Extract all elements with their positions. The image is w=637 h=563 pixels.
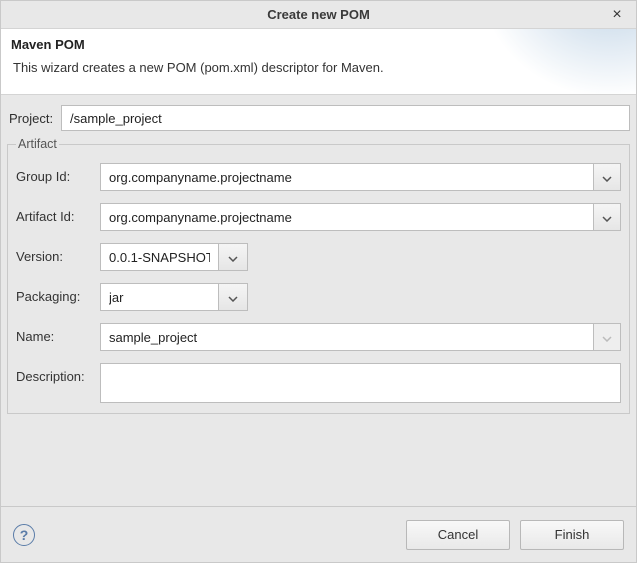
groupid-label: Group Id:: [16, 163, 100, 184]
banner-description: This wizard creates a new POM (pom.xml) …: [11, 60, 626, 75]
dialog-window: Create new POM × Maven POM This wizard c…: [0, 0, 637, 563]
artifactid-row: Artifact Id:: [16, 203, 621, 231]
name-row: Name:: [16, 323, 621, 351]
version-combo: [100, 243, 250, 271]
packaging-combo: [100, 283, 250, 311]
titlebar: Create new POM ×: [1, 1, 636, 29]
version-label: Version:: [16, 243, 100, 264]
project-row: Project:: [7, 105, 630, 131]
groupid-dropdown-button[interactable]: [593, 163, 621, 191]
name-dropdown-button: [593, 323, 621, 351]
groupid-row: Group Id:: [16, 163, 621, 191]
chevron-down-icon: [602, 170, 612, 185]
window-title: Create new POM: [267, 7, 370, 22]
version-input[interactable]: [100, 243, 218, 271]
name-label: Name:: [16, 323, 100, 344]
footer: ? Cancel Finish: [1, 506, 636, 562]
packaging-input[interactable]: [100, 283, 218, 311]
project-input[interactable]: [61, 105, 630, 131]
dialog-body: Project: Artifact Group Id: Artifact Id:: [1, 95, 636, 506]
chevron-down-icon: [228, 290, 238, 305]
name-combo: [100, 323, 621, 351]
chevron-down-icon: [602, 330, 612, 345]
artifactid-dropdown-button[interactable]: [593, 203, 621, 231]
packaging-row: Packaging:: [16, 283, 621, 311]
close-icon[interactable]: ×: [604, 1, 630, 29]
banner: Maven POM This wizard creates a new POM …: [1, 29, 636, 95]
packaging-dropdown-button[interactable]: [218, 283, 248, 311]
finish-button[interactable]: Finish: [520, 520, 624, 550]
artifactid-combo: [100, 203, 621, 231]
artifact-group: Artifact Group Id: Artifact Id:: [7, 137, 630, 414]
description-row: Description:: [16, 363, 621, 403]
version-dropdown-button[interactable]: [218, 243, 248, 271]
name-input[interactable]: [100, 323, 593, 351]
groupid-combo: [100, 163, 621, 191]
cancel-button[interactable]: Cancel: [406, 520, 510, 550]
description-label: Description:: [16, 363, 100, 384]
packaging-label: Packaging:: [16, 283, 100, 304]
artifactid-label: Artifact Id:: [16, 203, 100, 224]
chevron-down-icon: [228, 250, 238, 265]
artifactid-input[interactable]: [100, 203, 593, 231]
banner-title: Maven POM: [11, 37, 626, 52]
description-input[interactable]: [100, 363, 621, 403]
artifact-legend: Artifact: [16, 137, 59, 151]
help-icon[interactable]: ?: [13, 524, 35, 546]
project-label: Project:: [7, 111, 61, 126]
chevron-down-icon: [602, 210, 612, 225]
groupid-input[interactable]: [100, 163, 593, 191]
version-row: Version:: [16, 243, 621, 271]
